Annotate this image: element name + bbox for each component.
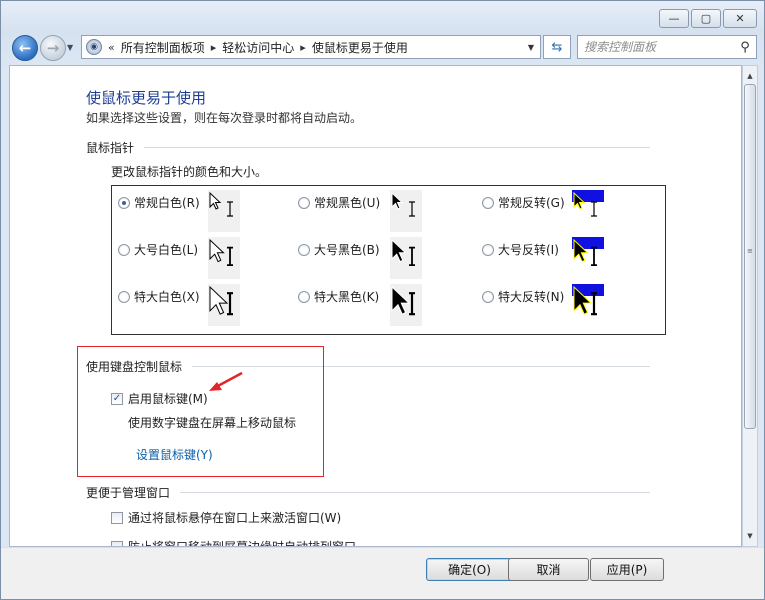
cancel-button[interactable]: 取消	[508, 558, 589, 581]
pointers-description: 更改鼠标指针的颜色和大小。	[111, 165, 268, 179]
cursor-arrow-ibeam-icon	[573, 285, 597, 316]
address-dropdown-icon[interactable]: ▼	[528, 43, 534, 52]
pointer-option-normal-white[interactable]: 常规白色(R)	[118, 194, 200, 211]
vertical-scrollbar[interactable]: ▲ ≡ ▼	[742, 65, 758, 547]
pointer-radio[interactable]	[298, 196, 310, 209]
grip-icon: ≡	[747, 247, 753, 255]
back-button[interactable]: ←	[12, 35, 38, 61]
scroll-up-icon[interactable]: ▲	[743, 68, 757, 84]
pointer-radio[interactable]	[482, 196, 494, 209]
arrow-left-icon: ←	[18, 39, 32, 57]
page-subtitle: 如果选择这些设置，则在每次登录时都将自动启动。	[86, 111, 363, 125]
pointer-option-label[interactable]: 常规反转(G)	[498, 194, 565, 211]
section-heading-pointers: 鼠标指针	[86, 141, 135, 155]
address-overflow-icon[interactable]: «	[108, 41, 115, 54]
maximize-button[interactable]: ▢	[691, 9, 721, 28]
cursor-arrow-ibeam-icon	[209, 285, 233, 316]
search-input[interactable]	[584, 40, 734, 54]
breadcrumb-ease-of-access[interactable]: 轻松访问中心	[222, 39, 294, 56]
pointer-preview-xlarge-black	[390, 284, 422, 326]
annotation-arrow-icon	[209, 371, 243, 391]
search-box[interactable]: ⚲	[577, 35, 757, 59]
pointer-option-label[interactable]: 特大反转(N)	[498, 288, 564, 305]
pointer-option-large-black[interactable]: 大号黑色(B)	[298, 241, 380, 258]
pointer-option-label[interactable]: 特大黑色(K)	[314, 288, 379, 305]
section-heading-windows: 更便于管理窗口	[86, 486, 171, 500]
pointer-radio[interactable]	[482, 243, 494, 256]
hover-activate-option[interactable]: 通过将鼠标悬停在窗口上来激活窗口(W)	[111, 509, 341, 526]
section-divider	[180, 492, 650, 493]
dialog-footer: 确定(O) 取消 应用(P)	[1, 547, 764, 599]
pointer-radio[interactable]	[298, 243, 310, 256]
pointer-option-xlarge-black[interactable]: 特大黑色(K)	[298, 288, 379, 305]
pointer-scheme-group: 常规白色(R) 常规黑色(U) 常规反转(G) 大号白色(L) 大号黑色(B) 大号反转(…	[111, 185, 666, 335]
breadcrumb-current-page[interactable]: 使鼠标更易于使用	[312, 39, 408, 56]
prevent-arrange-label[interactable]: 防止将窗口移动到屏幕边缘时自动排列窗口	[128, 538, 356, 546]
pointer-option-large-white[interactable]: 大号白色(L)	[118, 241, 198, 258]
pointer-option-label[interactable]: 大号白色(L)	[134, 241, 198, 258]
minimize-button[interactable]: —	[659, 9, 689, 28]
pointer-radio[interactable]	[118, 243, 130, 256]
pointer-preview-xlarge-white	[208, 284, 240, 326]
pointer-option-normal-black[interactable]: 常规黑色(U)	[298, 194, 380, 211]
cursor-arrow-ibeam-icon	[391, 238, 415, 266]
pointer-option-normal-inverted[interactable]: 常规反转(G)	[482, 194, 565, 211]
arrow-right-icon: →	[46, 39, 60, 57]
maximize-icon: ▢	[700, 12, 712, 25]
annotation-highlight-box	[77, 346, 324, 477]
pointer-option-label[interactable]: 常规黑色(U)	[314, 194, 380, 211]
pointer-preview-large-white	[208, 237, 240, 279]
address-bar[interactable]: ◉ « 所有控制面板项 ▸ 轻松访问中心 ▸ 使鼠标更易于使用 ▼	[81, 35, 541, 59]
pointer-preview-normal-inverted	[572, 190, 604, 232]
page-title: 使鼠标更易于使用	[86, 89, 207, 107]
cursor-arrow-ibeam-icon	[209, 238, 233, 266]
forward-button[interactable]: →	[40, 35, 66, 61]
scroll-down-icon[interactable]: ▼	[743, 528, 757, 544]
control-panel-window: — ▢ ✕ ← → ▼ ◉ « 所有控制面板项 ▸ 轻松访问中心 ▸ 使鼠标更易…	[0, 0, 765, 600]
pointer-option-label[interactable]: 大号反转(I)	[498, 241, 559, 258]
search-icon[interactable]: ⚲	[734, 40, 756, 55]
pointer-radio[interactable]	[298, 290, 310, 303]
pointer-preview-normal-black	[390, 190, 422, 232]
ok-button[interactable]: 确定(O)	[426, 558, 513, 581]
pointer-option-large-inverted[interactable]: 大号反转(I)	[482, 241, 559, 258]
cursor-arrow-ibeam-icon	[573, 191, 597, 217]
cursor-arrow-ibeam-icon	[573, 238, 597, 266]
hover-activate-checkbox[interactable]	[111, 511, 123, 524]
pointer-option-label[interactable]: 常规白色(R)	[134, 194, 200, 211]
hover-activate-label[interactable]: 通过将鼠标悬停在窗口上来激活窗口(W)	[128, 509, 341, 526]
close-icon: ✕	[735, 12, 745, 25]
pointer-preview-large-inverted	[572, 237, 604, 279]
breadcrumb-all-items[interactable]: 所有控制面板项	[121, 39, 205, 56]
cursor-arrow-ibeam-icon	[391, 285, 415, 316]
breadcrumb-separator-icon[interactable]: ▸	[300, 41, 306, 54]
prevent-arrange-option[interactable]: 防止将窗口移动到屏幕边缘时自动排列窗口	[111, 538, 356, 546]
pointer-radio[interactable]	[482, 290, 494, 303]
pointer-preview-large-black	[390, 237, 422, 279]
pointer-radio[interactable]	[118, 196, 130, 209]
pointer-option-xlarge-inverted[interactable]: 特大反转(N)	[482, 288, 564, 305]
recent-pages-dropdown[interactable]: ▼	[67, 43, 73, 52]
refresh-icon: ⇆	[551, 39, 563, 55]
pointer-preview-xlarge-inverted	[572, 284, 604, 326]
cursor-arrow-ibeam-icon	[209, 191, 233, 217]
pointer-preview-normal-white	[208, 190, 240, 232]
pointer-option-label[interactable]: 特大白色(X)	[134, 288, 200, 305]
pointer-radio[interactable]	[118, 290, 130, 303]
breadcrumb-separator-icon[interactable]: ▸	[211, 41, 217, 54]
cursor-arrow-ibeam-icon	[391, 191, 415, 217]
pointer-option-label[interactable]: 大号黑色(B)	[314, 241, 380, 258]
control-panel-icon: ◉	[86, 39, 102, 55]
refresh-button[interactable]: ⇆	[543, 35, 571, 59]
minimize-icon: —	[668, 12, 680, 25]
pointer-option-xlarge-white[interactable]: 特大白色(X)	[118, 288, 200, 305]
close-button[interactable]: ✕	[723, 9, 757, 28]
apply-button[interactable]: 应用(P)	[590, 558, 664, 581]
content-pane: 使鼠标更易于使用 如果选择这些设置，则在每次登录时都将自动启动。 鼠标指针 更改…	[9, 65, 742, 547]
scrollbar-thumb[interactable]: ≡	[744, 84, 756, 429]
section-divider	[144, 147, 650, 148]
